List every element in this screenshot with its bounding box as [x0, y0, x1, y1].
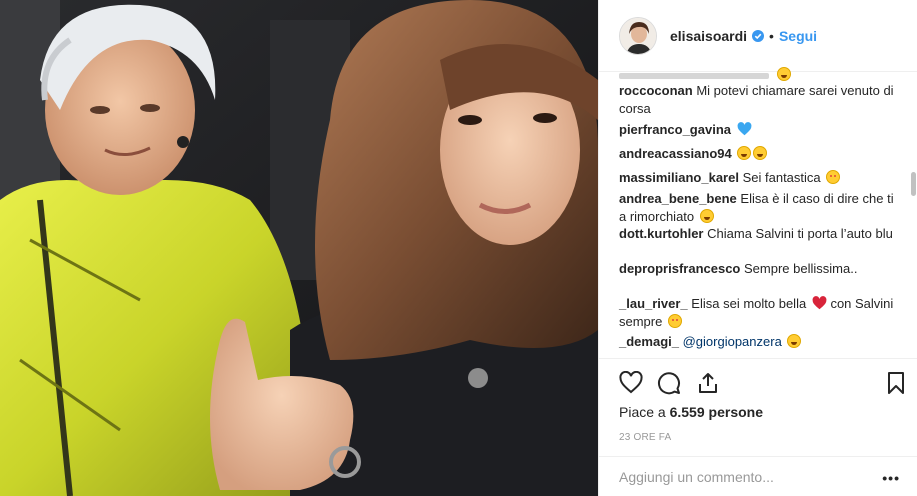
post-timestamp[interactable]: 23 ORE FA [619, 432, 671, 443]
comment-item: _demagi_ @giorgiopanzera [619, 333, 895, 351]
comment-username[interactable]: andrea_bene_bene [619, 191, 737, 206]
add-comment-bar: ••• [599, 456, 917, 496]
more-options-icon[interactable]: ••• [882, 470, 900, 486]
profile-avatar[interactable] [619, 16, 657, 55]
comment-text: Sempre bellissima.. [744, 261, 858, 276]
comment-item: _lau_river_ Elisa sei molto bella con Sa… [619, 295, 895, 331]
laughing-emoji-icon [776, 67, 791, 81]
comment-text: Sei fantastica [742, 170, 821, 185]
laughing-emoji-icon [737, 146, 752, 160]
comments-list[interactable]: roccoconan Mi potevi chiamare sarei venu… [599, 60, 910, 358]
post-photo[interactable] [0, 0, 598, 496]
bookmark-icon[interactable] [884, 371, 908, 395]
likes-count[interactable]: Piace a 6.559 persone [619, 404, 763, 420]
post-actions: Piace a 6.559 persone 23 ORE FA ••• [599, 358, 917, 496]
comment-item: deproprisfrancesco Sempre bellissima.. [619, 260, 895, 278]
follow-button[interactable]: Segui [779, 28, 817, 44]
author-username[interactable]: elisaisoardi [670, 28, 747, 44]
post-details-panel: elisaisoardi • Segui roccoconan Mi potev… [598, 0, 917, 496]
red-heart-emoji-icon [812, 296, 827, 310]
comment-item: andreacassiano94 [619, 145, 895, 163]
comment-username[interactable]: _demagi_ [619, 334, 679, 349]
comment-item: dott.kurtohler Chiama Salvini ti porta l… [619, 225, 895, 243]
comment-username[interactable]: andreacassiano94 [619, 146, 732, 161]
comment-item: andrea_bene_bene Elisa è il caso di dire… [619, 190, 895, 226]
likes-suffix: persone [708, 404, 763, 420]
likes-prefix: Piace a [619, 404, 666, 420]
comment-username[interactable]: pierfranco_gavina [619, 122, 731, 137]
comment-text: Elisa sei molto bella [691, 296, 807, 311]
comment-mention-link[interactable]: @giorgiopanzera [683, 334, 782, 349]
blue-heart-emoji-icon [737, 122, 752, 136]
comment-text: Chiama Salvini ti porta l’auto blu [707, 226, 893, 241]
comment-item: massimiliano_karel Sei fantastica [619, 169, 895, 187]
selfie-image [0, 0, 598, 496]
comment-username[interactable]: roccoconan [619, 83, 693, 98]
smiling-face-with-hearts-emoji-icon [667, 314, 682, 328]
comment-username[interactable]: _lau_river_ [619, 296, 688, 311]
heart-icon[interactable] [619, 371, 643, 395]
verified-badge-icon [752, 29, 765, 42]
comment-username[interactable]: dott.kurtohler [619, 226, 704, 241]
comment-icon[interactable] [657, 371, 681, 395]
likes-number: 6.559 [669, 404, 705, 420]
laughing-emoji-icon [753, 146, 768, 160]
separator-dot: • [769, 27, 774, 44]
rolling-laughing-emoji-icon [699, 209, 714, 223]
comments-scrollbar[interactable] [911, 172, 916, 196]
comment-username[interactable]: deproprisfrancesco [619, 261, 740, 276]
comment-input[interactable] [619, 466, 869, 488]
share-icon[interactable] [696, 371, 720, 395]
comment-username[interactable]: massimiliano_karel [619, 170, 739, 185]
comment-item: pierfranco_gavina [619, 121, 895, 139]
smiling-face-with-hearts-emoji-icon [826, 170, 841, 184]
laughing-emoji-icon [787, 334, 802, 348]
comment-item: roccoconan Mi potevi chiamare sarei venu… [619, 82, 895, 118]
